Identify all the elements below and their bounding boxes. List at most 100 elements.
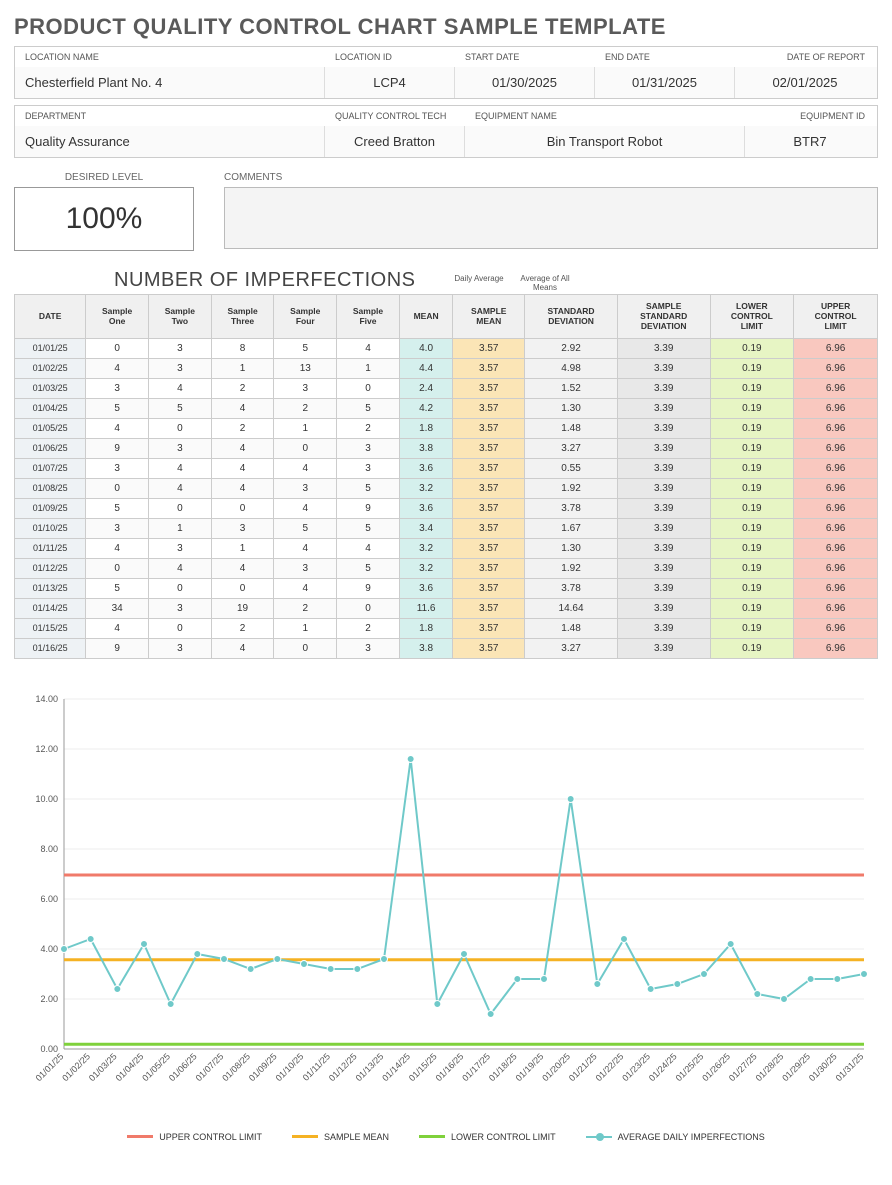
svg-text:4.00: 4.00 — [40, 944, 58, 954]
cell: 6.96 — [794, 458, 878, 478]
cell: 0.19 — [710, 458, 794, 478]
svg-text:01/25/25: 01/25/25 — [674, 1051, 706, 1083]
cell: 5 — [86, 578, 149, 598]
desired-value: 100% — [14, 187, 194, 251]
col-header: SampleFour — [274, 295, 337, 339]
cell: 0.19 — [710, 578, 794, 598]
svg-text:01/24/25: 01/24/25 — [647, 1051, 679, 1083]
cell: 3.57 — [453, 378, 525, 398]
meta-value[interactable]: 01/30/2025 — [455, 67, 595, 98]
cell: 6.96 — [794, 598, 878, 618]
cell: 1 — [211, 538, 274, 558]
cell: 19 — [211, 598, 274, 618]
cell: 3 — [337, 638, 400, 658]
table-row: 01/06/25934033.83.573.273.390.196.96 — [15, 438, 878, 458]
meta-value[interactable]: Quality Assurance — [15, 126, 325, 157]
col-header: MEAN — [399, 295, 452, 339]
cell: 3.39 — [617, 358, 710, 378]
cell: 3 — [148, 538, 211, 558]
cell: 3.39 — [617, 458, 710, 478]
cell: 4 — [211, 558, 274, 578]
cell: 0 — [211, 498, 274, 518]
cell: 01/02/25 — [15, 358, 86, 378]
cell: 1 — [148, 518, 211, 538]
cell: 3 — [337, 438, 400, 458]
cell: 4 — [274, 578, 337, 598]
cell: 3 — [86, 518, 149, 538]
cell: 0.19 — [710, 358, 794, 378]
cell: 8 — [211, 338, 274, 358]
svg-text:01/03/25: 01/03/25 — [87, 1051, 119, 1083]
cell: 4 — [86, 618, 149, 638]
cell: 1.8 — [399, 618, 452, 638]
cell: 0 — [148, 418, 211, 438]
svg-text:01/09/25: 01/09/25 — [247, 1051, 279, 1083]
table-row: 01/04/25554254.23.571.303.390.196.96 — [15, 398, 878, 418]
cell: 1.30 — [525, 398, 618, 418]
cell: 3.39 — [617, 378, 710, 398]
legend-item: UPPER CONTROL LIMIT — [127, 1132, 262, 1142]
cell: 2 — [337, 618, 400, 638]
legend-item: LOWER CONTROL LIMIT — [419, 1132, 556, 1142]
cell: 3.39 — [617, 578, 710, 598]
meta-value[interactable]: Bin Transport Robot — [465, 126, 745, 157]
cell: 3.6 — [399, 578, 452, 598]
meta-value[interactable]: BTR7 — [745, 126, 875, 157]
cell: 1.92 — [525, 558, 618, 578]
table-row: 01/13/25500493.63.573.783.390.196.96 — [15, 578, 878, 598]
cell: 3.57 — [453, 618, 525, 638]
cell: 1.8 — [399, 418, 452, 438]
cell: 6.96 — [794, 358, 878, 378]
svg-text:01/19/25: 01/19/25 — [514, 1051, 546, 1083]
cell: 2 — [211, 418, 274, 438]
meta-value[interactable]: LCP4 — [325, 67, 455, 98]
cell: 3.57 — [453, 478, 525, 498]
svg-text:01/13/25: 01/13/25 — [354, 1051, 386, 1083]
cell: 5 — [337, 398, 400, 418]
cell: 3.57 — [453, 398, 525, 418]
col-header: SampleTwo — [148, 295, 211, 339]
svg-text:01/23/25: 01/23/25 — [620, 1051, 652, 1083]
cell: 5 — [86, 498, 149, 518]
cell: 6.96 — [794, 578, 878, 598]
svg-text:10.00: 10.00 — [35, 794, 58, 804]
cell: 2 — [274, 598, 337, 618]
cell: 3.39 — [617, 398, 710, 418]
meta-value[interactable]: 01/31/2025 — [595, 67, 735, 98]
svg-text:01/21/25: 01/21/25 — [567, 1051, 599, 1083]
cell: 4.0 — [399, 338, 452, 358]
col-header: SampleOne — [86, 295, 149, 339]
cell: 2 — [211, 618, 274, 638]
cell: 2 — [211, 378, 274, 398]
cell: 3.27 — [525, 638, 618, 658]
cell: 3.39 — [617, 638, 710, 658]
meta-value[interactable]: Chesterfield Plant No. 4 — [15, 67, 325, 98]
cell: 5 — [337, 518, 400, 538]
cell: 0.19 — [710, 378, 794, 398]
cell: 6.96 — [794, 378, 878, 398]
meta-label: LOCATION NAME — [15, 47, 325, 67]
meta-value[interactable]: 02/01/2025 — [735, 67, 875, 98]
section-title: NUMBER OF IMPERFECTIONS — [114, 269, 416, 292]
table-row: 01/10/25313553.43.571.673.390.196.96 — [15, 518, 878, 538]
svg-text:01/17/25: 01/17/25 — [460, 1051, 492, 1083]
cell: 6.96 — [794, 638, 878, 658]
cell: 3.57 — [453, 598, 525, 618]
svg-text:01/05/25: 01/05/25 — [140, 1051, 172, 1083]
table-row: 01/15/25402121.83.571.483.390.196.96 — [15, 618, 878, 638]
cell: 3.39 — [617, 518, 710, 538]
cell: 0.19 — [710, 518, 794, 538]
cell: 2.4 — [399, 378, 452, 398]
table-row: 01/12/25044353.23.571.923.390.196.96 — [15, 558, 878, 578]
cell: 0 — [274, 438, 337, 458]
comments-input[interactable] — [224, 187, 878, 249]
cell: 4 — [337, 338, 400, 358]
cell: 6.96 — [794, 418, 878, 438]
table-row: 01/14/25343192011.63.5714.643.390.196.96 — [15, 598, 878, 618]
cell: 3.39 — [617, 338, 710, 358]
chart-legend: UPPER CONTROL LIMITSAMPLE MEANLOWER CONT… — [14, 1132, 878, 1142]
cell: 3.57 — [453, 578, 525, 598]
cell: 3.39 — [617, 498, 710, 518]
meta-value[interactable]: Creed Bratton — [325, 126, 465, 157]
svg-text:12.00: 12.00 — [35, 744, 58, 754]
